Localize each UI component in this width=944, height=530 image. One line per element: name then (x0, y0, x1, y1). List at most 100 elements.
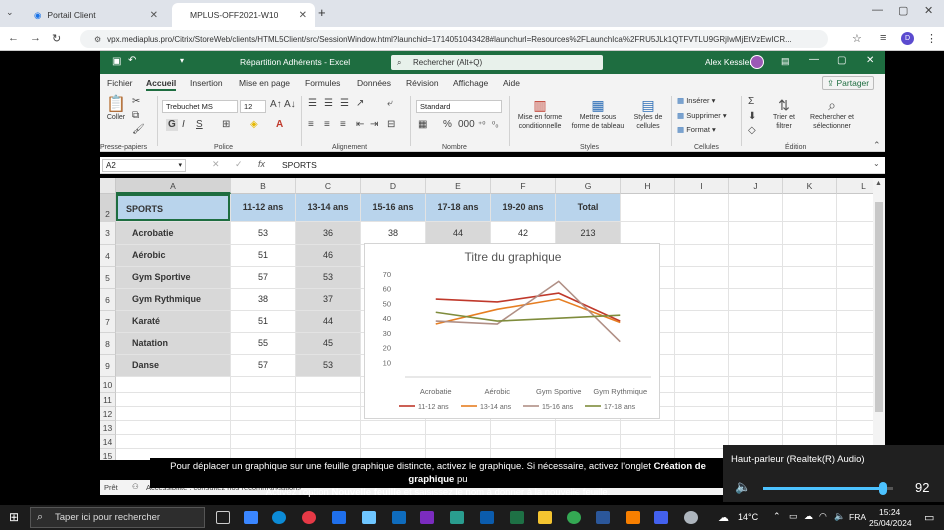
minimize-icon[interactable]: — (872, 4, 883, 16)
fill-color-icon[interactable]: ◈ (250, 119, 258, 131)
underline-icon[interactable]: S (196, 119, 203, 131)
number-format-dropdown[interactable]: Standard (416, 100, 502, 113)
column-header[interactable]: E (426, 178, 491, 194)
column-header[interactable]: L (837, 178, 873, 194)
align-top-icon[interactable]: ☰ (308, 98, 317, 110)
bold-icon[interactable]: G (166, 119, 178, 131)
cell-styles-button[interactable]: ▤ Styles de cellules (628, 96, 668, 131)
merge-center-icon[interactable]: ⊟ (387, 119, 395, 131)
tab-affichage[interactable]: Affichage (453, 78, 488, 88)
onedrive-icon[interactable]: ☁ (804, 511, 813, 522)
fill-down-icon[interactable]: ⬇ (748, 111, 756, 123)
orientation-icon[interactable]: ↗ (356, 98, 364, 110)
row-header[interactable]: 3 (100, 222, 116, 245)
user-avatar[interactable] (750, 55, 764, 69)
restore-icon[interactable]: ▢ (837, 55, 846, 66)
close-icon[interactable]: ✕ (299, 10, 307, 21)
table-cell[interactable]: 44 (426, 222, 490, 244)
store-icon[interactable] (244, 511, 258, 524)
row-header[interactable]: 12 (100, 407, 116, 421)
clear-icon[interactable]: ◇ (748, 125, 756, 137)
table-cell[interactable]: 51 (231, 245, 295, 266)
audio-device-name[interactable]: Haut-parleur (Realtek(R) Audio) (731, 454, 865, 465)
wifi-icon[interactable]: ◠ (819, 511, 827, 522)
app-icon[interactable] (450, 511, 464, 524)
align-bottom-icon[interactable]: ☰ (340, 98, 349, 110)
forward-arrow-icon[interactable]: → (30, 32, 41, 44)
row-header[interactable]: 8 (100, 333, 116, 355)
column-header[interactable]: B (231, 178, 296, 194)
table-cell[interactable]: 57 (231, 355, 295, 376)
table-cell[interactable]: 51 (231, 311, 295, 332)
save-icon[interactable]: ▣ (112, 56, 121, 67)
column-header[interactable]: G (556, 178, 621, 194)
sort-filter-button[interactable]: ⇅ Trier et filtrer (766, 96, 802, 131)
more-menu-icon[interactable]: ⋮ (926, 32, 937, 45)
clock-time[interactable]: 15:24 (879, 507, 900, 517)
close-icon[interactable]: ✕ (866, 55, 874, 66)
vertical-scrollbar[interactable]: ▲ (873, 178, 885, 460)
conditional-format-button[interactable]: ▥ Mise en forme conditionnelle (512, 96, 568, 131)
close-window-icon[interactable]: ✕ (924, 4, 933, 17)
table-cell[interactable]: Karaté (116, 311, 230, 332)
table-cell[interactable]: 42 (491, 222, 555, 244)
increase-decimal-icon[interactable]: ⁺⁰ (478, 119, 485, 131)
maximize-icon[interactable]: ▢ (898, 4, 908, 17)
table-cell[interactable]: Gym Rythmique (116, 289, 230, 310)
qat-more-icon[interactable]: ▾ (180, 56, 184, 65)
font-size-dropdown[interactable]: 12 (240, 100, 266, 113)
table-cell[interactable]: 57 (231, 267, 295, 288)
ribbon-display-icon[interactable]: ▤ (781, 56, 790, 67)
cancel-icon[interactable]: ✕ (212, 159, 220, 170)
scroll-up-icon[interactable]: ▲ (875, 180, 882, 187)
italic-icon[interactable]: I (182, 119, 185, 131)
borders-icon[interactable]: ⊞ (222, 119, 230, 131)
table-cell[interactable]: Acrobatie (116, 222, 230, 244)
find-select-button[interactable]: ⌕ Rechercher et sélectionner (806, 96, 858, 131)
delete-cells-button[interactable]: ▦ Supprimer ▾ (677, 111, 727, 120)
weather-icon[interactable]: ☁ (718, 511, 729, 524)
language[interactable]: FRA (849, 512, 866, 522)
font-name-dropdown[interactable]: Trebuchet MS (162, 100, 238, 113)
insert-function-icon[interactable]: fx (258, 159, 265, 169)
mail-icon[interactable] (480, 511, 494, 524)
column-header[interactable]: I (675, 178, 729, 194)
row-header[interactable]: 2 (100, 194, 116, 222)
wrap-text-icon[interactable]: ⤶ (387, 98, 393, 110)
volume-icon[interactable]: 🔈 (834, 511, 845, 522)
share-button[interactable]: ⇪ Partager (822, 76, 875, 90)
tab-insertion[interactable]: Insertion (190, 78, 223, 88)
tab-portail-client[interactable]: ◉ Portail Client ✕ (26, 3, 166, 27)
citrix-icon[interactable] (654, 511, 668, 524)
temperature[interactable]: 14°C (738, 512, 758, 522)
align-left-icon[interactable]: ≡ (308, 119, 314, 131)
table-cell[interactable]: Gym Sportive (116, 267, 230, 288)
back-arrow-icon[interactable]: ← (8, 32, 19, 44)
volume-slider-track[interactable] (763, 482, 893, 495)
windows-start-icon[interactable]: ⊞ (9, 510, 19, 524)
tab-revision[interactable]: Révision (406, 78, 439, 88)
decrease-indent-icon[interactable]: ⇤ (356, 119, 364, 131)
task-view-icon[interactable] (216, 511, 230, 524)
tab-mplus[interactable]: MPLUS-OFF2021-W10 ✕ (172, 3, 315, 27)
row-header[interactable]: 13 (100, 421, 116, 435)
app-icon[interactable] (362, 511, 376, 524)
row-header[interactable]: 7 (100, 311, 116, 333)
tab-fichier[interactable]: Fichier (107, 78, 133, 88)
enter-icon[interactable]: ✓ (235, 159, 243, 170)
autosum-icon[interactable]: Σ (748, 96, 754, 108)
table-cell[interactable]: 213 (556, 222, 620, 244)
row-header[interactable]: 11 (100, 393, 116, 407)
notification-icon[interactable]: ▭ (924, 511, 934, 524)
undo-icon[interactable]: ↶ (128, 55, 136, 66)
search-box[interactable]: ⌕ Rechercher (Alt+Q) (391, 55, 603, 70)
volume-slider-thumb[interactable] (878, 482, 887, 495)
table-cell[interactable]: 53 (296, 355, 360, 376)
column-header[interactable]: H (621, 178, 675, 194)
row-header[interactable]: 9 (100, 355, 116, 377)
format-painter-icon[interactable]: 🖌 (132, 124, 145, 136)
header-cell[interactable]: 11-12 ans (231, 194, 295, 221)
bookmark-star-icon[interactable]: ☆ (852, 32, 862, 45)
name-box[interactable]: A2 ▾ (102, 159, 186, 172)
table-cell[interactable]: 36 (296, 222, 360, 244)
